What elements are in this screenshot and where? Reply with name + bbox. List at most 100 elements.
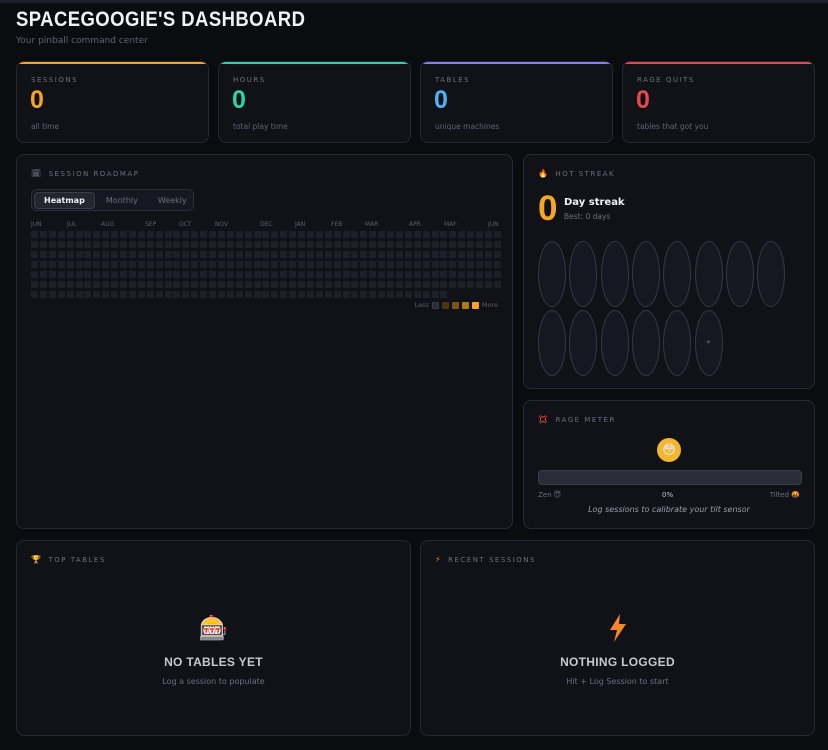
top-border <box>0 0 828 3</box>
heatmap-day-cell <box>342 251 350 258</box>
heatmap-day-cell <box>93 251 101 258</box>
heatmap-day-cell <box>484 271 492 278</box>
heatmap-day-cell <box>271 241 279 248</box>
heatmap-day-cell <box>137 271 145 278</box>
heatmap-day-cell <box>102 271 110 278</box>
heatmap-day-cell <box>200 251 208 258</box>
heatmap-day-cell <box>128 261 136 268</box>
heatmap-day-cell <box>253 271 261 278</box>
accent-bar <box>623 62 814 64</box>
heatmap-day-cell <box>342 291 350 298</box>
heatmap-day-cell <box>253 241 261 248</box>
heatmap-day-cell <box>289 281 297 288</box>
heatmap-day-cell <box>209 251 216 258</box>
legend-less: Less <box>414 301 429 309</box>
tab-weekly[interactable]: Weekly <box>149 192 196 209</box>
month-label: NOV <box>215 221 229 228</box>
heatmap-day-cell <box>120 271 127 278</box>
heatmap-day-cell <box>173 241 181 248</box>
heatmap-day-cell <box>351 261 359 268</box>
heatmap-day-cell <box>31 261 38 268</box>
legend-swatch <box>471 301 479 309</box>
heatmap-day-cell <box>226 231 234 238</box>
heatmap-day-cell <box>395 271 403 278</box>
flame-icon: 🔥 <box>538 169 550 178</box>
heatmap-day-cell <box>422 281 430 288</box>
heatmap-day-cell <box>431 251 439 258</box>
heatmap-day-cell <box>84 251 92 258</box>
heatmap-day-cell <box>253 261 261 268</box>
heatmap-day-cell <box>378 241 386 248</box>
heatmap-day-cell <box>404 261 412 268</box>
heatmap-day-cell <box>191 271 199 278</box>
heatmap-day-cell <box>387 231 394 238</box>
heatmap-day-cell <box>75 241 83 248</box>
stat-value: 0 <box>636 86 650 114</box>
heatmap-day-cell <box>93 291 101 298</box>
tab-monthly[interactable]: Monthly <box>97 192 147 209</box>
heatmap-day-cell <box>404 281 412 288</box>
heatmap-day-cell <box>164 261 172 268</box>
heatmap-day-cell <box>449 271 457 278</box>
heatmap-day-cell <box>404 241 412 248</box>
heatmap-day-cell <box>182 271 190 278</box>
heatmap-day-cell <box>182 251 190 258</box>
heatmap-day-cell <box>289 241 297 248</box>
month-label: MAR <box>365 221 379 228</box>
heatmap-day-cell <box>164 281 172 288</box>
heatmap-day-cell <box>440 261 448 268</box>
heatmap-day-cell <box>324 251 332 258</box>
heatmap-day-cell <box>244 281 252 288</box>
streak-day-slot <box>569 241 598 307</box>
heatmap-day-cell <box>209 271 216 278</box>
anger-icon: 💢 <box>538 415 550 424</box>
month-label: JAN <box>295 221 306 228</box>
heatmap-day-cell <box>244 291 252 298</box>
heatmap-day-cell <box>120 251 127 258</box>
rage-zen-label: Zen 😇 <box>538 491 562 499</box>
heatmap-day-cell <box>458 231 466 238</box>
stat-value: 0 <box>30 86 44 114</box>
heatmap-day-cell <box>191 241 199 248</box>
heatmap-day-cell <box>31 251 38 258</box>
heatmap-day-cell <box>102 261 110 268</box>
heatmap-day-cell <box>66 291 74 298</box>
heatmap-day-cell <box>173 231 181 238</box>
streak-day-slot <box>663 310 692 376</box>
heatmap-day-cell <box>413 281 421 288</box>
streak-day-slot <box>600 310 629 376</box>
heatmap-day-cell <box>128 271 136 278</box>
heatmap-day-cell <box>422 271 430 278</box>
heatmap-day-cell <box>315 251 323 258</box>
heatmap-day-cell <box>422 231 430 238</box>
legend-more: More <box>481 301 498 309</box>
heatmap-day-cell <box>57 281 65 288</box>
heatmap-day-cell <box>155 271 163 278</box>
heatmap-day-cell <box>66 261 74 268</box>
heatmap-day-cell <box>137 241 145 248</box>
heatmap-day-cell <box>458 261 466 268</box>
heatmap-day-cell <box>155 261 163 268</box>
heatmap-day-cell <box>253 251 261 258</box>
heatmap-day-cell <box>84 231 92 238</box>
heatmap-day-cell <box>102 251 110 258</box>
heatmap-day-cell <box>84 241 92 248</box>
heatmap-day-cell <box>244 231 252 238</box>
tab-heatmap[interactable]: Heatmap <box>34 191 95 209</box>
heatmap-day-cell <box>440 241 448 248</box>
heatmap-day-cell <box>315 281 323 288</box>
heatmap-day-cell <box>111 241 119 248</box>
streak-day-slot <box>694 241 723 307</box>
heatmap-day-cell <box>404 271 412 278</box>
heatmap-day-cell <box>39 271 47 278</box>
heatmap-day-cell <box>413 241 421 248</box>
empty-title: NO TABLES YET <box>164 655 263 669</box>
heatmap-day-cell <box>378 251 386 258</box>
heatmap-day-cell <box>484 241 492 248</box>
heatmap-day-cell <box>75 231 83 238</box>
heatmap-day-cell <box>351 291 359 298</box>
heatmap-day-cell <box>440 291 448 298</box>
heatmap-day-cell <box>164 231 172 238</box>
heatmap-day-cell <box>200 271 208 278</box>
heatmap-day-cell <box>395 261 403 268</box>
